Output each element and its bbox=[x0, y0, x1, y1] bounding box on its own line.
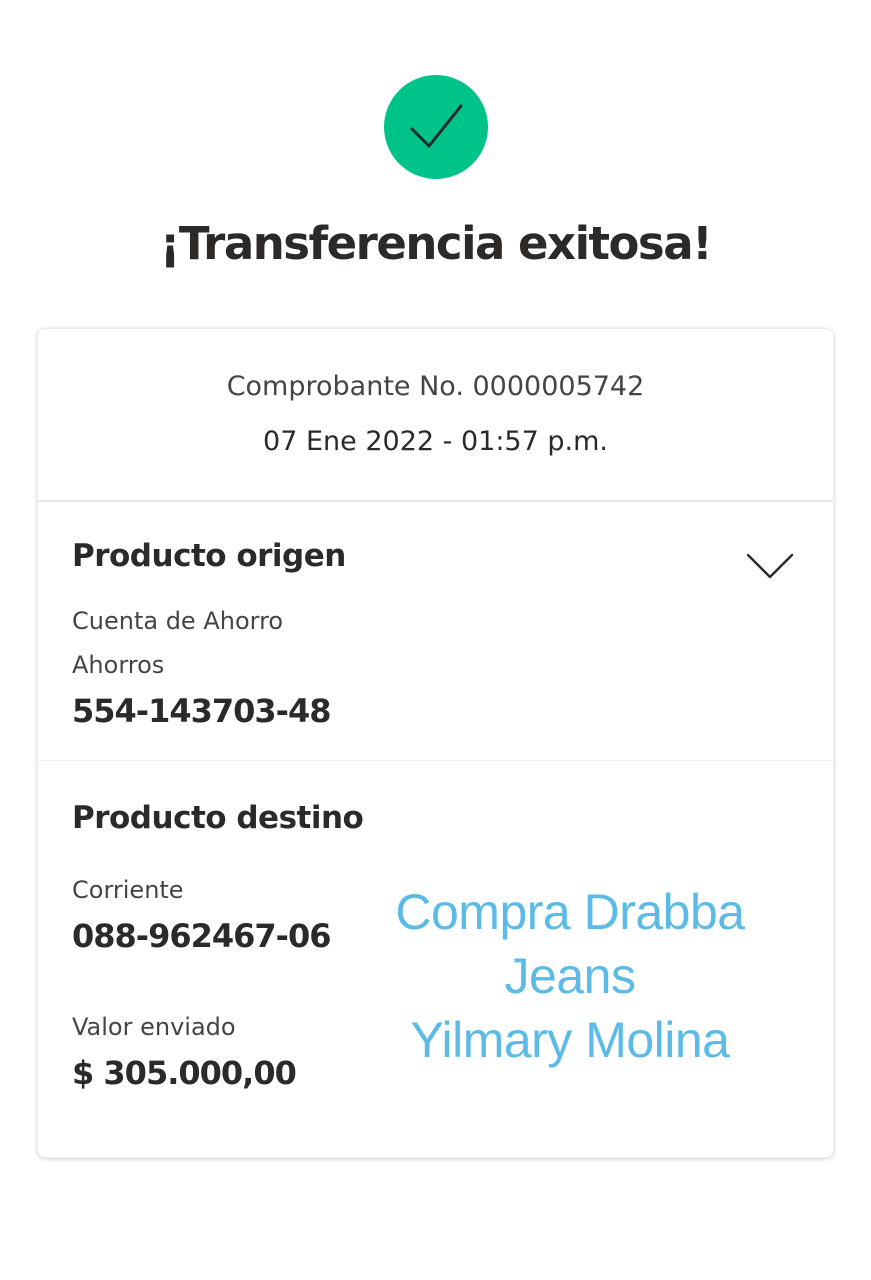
origin-title: Producto origen bbox=[72, 538, 346, 574]
destination-account-number: 088-962467-06 bbox=[72, 917, 331, 955]
voucher-datetime: 07 Ene 2022 - 01:57 p.m. bbox=[263, 426, 608, 457]
check-icon bbox=[410, 104, 463, 148]
overlay-note: Compra Drabba Jeans Yilmary Molina bbox=[340, 880, 800, 1072]
origin-account-type: Cuenta de Ahorro bbox=[72, 607, 284, 635]
chevron-down-icon[interactable] bbox=[746, 551, 794, 581]
origin-product-type: Ahorros bbox=[72, 651, 165, 679]
voucher-number: Comprobante No. 0000005742 bbox=[226, 371, 645, 402]
destination-title: Producto destino bbox=[72, 800, 364, 836]
origin-product-section: Producto origen Cuenta de Ahorro Ahorros… bbox=[38, 500, 833, 761]
success-check-badge bbox=[384, 75, 488, 179]
voucher-header: Comprobante No. 0000005742 07 Ene 2022 -… bbox=[38, 329, 833, 502]
overlay-note-line-1: Compra Drabba bbox=[395, 884, 745, 940]
amount-value: $ 305.000,00 bbox=[72, 1054, 297, 1092]
origin-account-number: 554-143703-48 bbox=[72, 692, 331, 730]
destination-account-type: Corriente bbox=[72, 876, 184, 904]
amount-label: Valor enviado bbox=[72, 1013, 236, 1041]
overlay-note-line-2: Jeans bbox=[504, 948, 636, 1004]
overlay-note-line-3: Yilmary Molina bbox=[410, 1012, 730, 1068]
page-title: ¡Transferencia exitosa! bbox=[159, 217, 713, 270]
